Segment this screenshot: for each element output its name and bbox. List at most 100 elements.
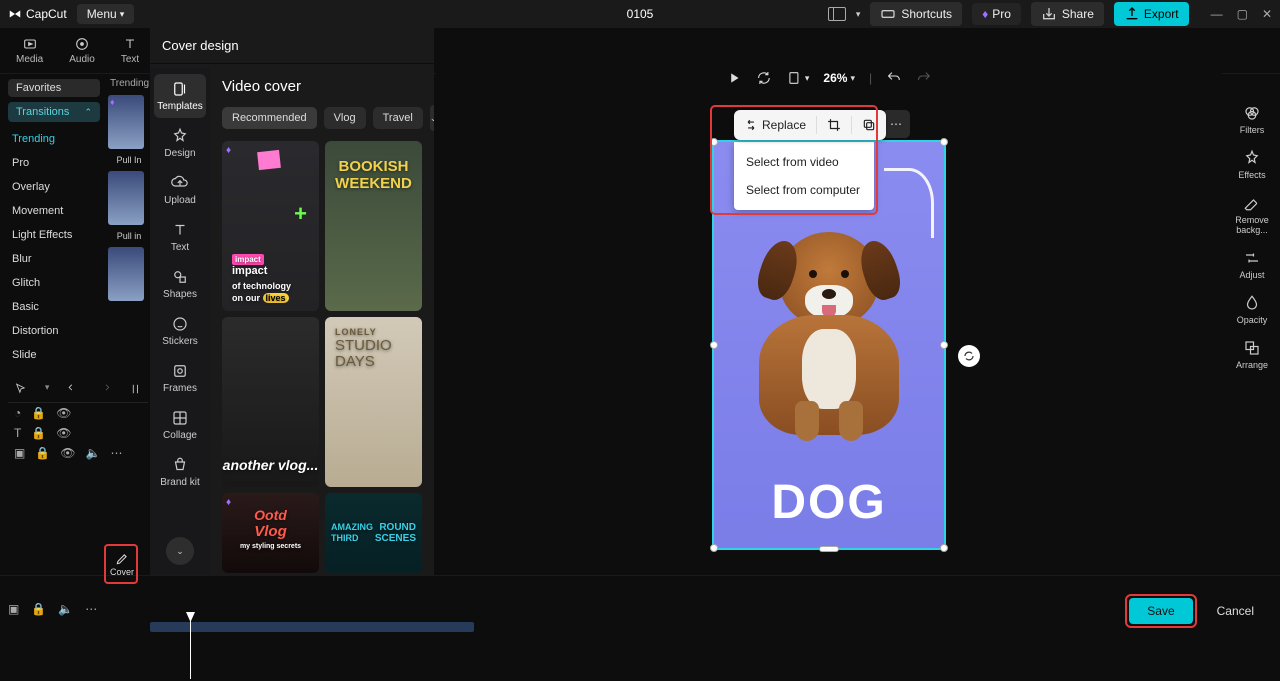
timeline-track[interactable] <box>150 622 474 632</box>
split-icon[interactable] <box>129 382 142 396</box>
menu-button[interactable]: Menu ▾ <box>77 4 135 24</box>
replace-button[interactable]: Replace <box>734 110 816 140</box>
resize-handle[interactable] <box>940 544 948 552</box>
vtab-brand-kit[interactable]: Brand kit <box>154 450 206 494</box>
sidebar-item-overlay[interactable]: Overlay <box>8 175 100 199</box>
eye-icon[interactable]: 👁 <box>60 446 75 460</box>
duplicate-button[interactable] <box>852 110 886 140</box>
lock-icon[interactable]: 🔒 <box>31 602 46 616</box>
resize-handle[interactable] <box>710 138 718 146</box>
text-track-icon[interactable]: T <box>14 426 21 440</box>
zoom-select[interactable]: 26%▾ <box>823 71 855 85</box>
eye-icon[interactable]: 👁 <box>56 406 71 420</box>
tool-adjust[interactable]: Adjust <box>1239 249 1264 280</box>
undo-icon[interactable] <box>67 382 80 396</box>
tool-opacity[interactable]: Opacity <box>1237 294 1268 325</box>
sidebar-item-slide[interactable]: Slide <box>8 343 100 367</box>
playhead[interactable] <box>190 616 191 679</box>
sidebar-item-light-effects[interactable]: Light Effects <box>8 223 100 247</box>
refresh-cover-button[interactable] <box>958 345 980 367</box>
tool-filters[interactable]: Filters <box>1240 104 1265 135</box>
resize-handle[interactable] <box>940 341 948 349</box>
play-icon[interactable] <box>726 70 742 86</box>
video-track-icon[interactable]: ▣ <box>8 602 19 616</box>
vtab-templates[interactable]: Templates <box>154 74 206 118</box>
template-item[interactable]: ♦ + impactimpact of technology on our li… <box>222 141 319 311</box>
template-item[interactable]: another vlog... <box>222 317 319 487</box>
vtab-design[interactable]: Design <box>154 121 206 165</box>
cat-more[interactable]: ⌄ <box>430 105 434 131</box>
vtab-shapes[interactable]: Shapes <box>154 262 206 306</box>
save-button[interactable]: Save <box>1129 598 1192 624</box>
vtab-upload[interactable]: Upload <box>154 168 206 212</box>
resize-handle[interactable] <box>819 546 839 552</box>
favorites-chip[interactable]: Favorites <box>8 79 100 97</box>
cat-travel[interactable]: Travel <box>373 107 423 129</box>
video-track-icon[interactable]: ▣ <box>14 446 25 460</box>
resize-handle[interactable] <box>710 544 718 552</box>
tool-effects[interactable]: Effects <box>1238 149 1265 180</box>
template-item[interactable]: LONELY STUDIO DAYS <box>325 317 422 487</box>
clock-icon[interactable]: ◔ <box>14 406 21 420</box>
sidebar-item-glitch[interactable]: Glitch <box>8 271 100 295</box>
transitions-chip[interactable]: Transitions ⌃ <box>8 102 100 122</box>
sidebar-item-basic[interactable]: Basic <box>8 295 100 319</box>
option-select-from-computer[interactable]: Select from computer <box>734 176 874 204</box>
cat-vlog[interactable]: Vlog <box>324 107 366 129</box>
cursor-icon[interactable] <box>14 382 27 396</box>
redo-icon[interactable] <box>916 70 932 86</box>
resize-handle[interactable] <box>940 138 948 146</box>
volume-icon[interactable]: 🔈 <box>86 446 101 460</box>
sidebar-item-pro[interactable]: Pro <box>8 151 100 175</box>
cancel-button[interactable]: Cancel <box>1209 598 1262 624</box>
template-item[interactable]: ♦ Ootd Vlog my styling secrets <box>222 493 319 573</box>
layout-icon[interactable] <box>828 7 846 21</box>
tool-arrange[interactable]: Arrange <box>1236 339 1268 370</box>
vtab-stickers[interactable]: Stickers <box>154 309 206 353</box>
close-icon[interactable]: ✕ <box>1262 7 1272 21</box>
sidebar-item-trending[interactable]: Trending <box>8 127 100 151</box>
export-button[interactable]: Export <box>1114 2 1189 26</box>
template-item[interactable]: AMAZING ROUND THIRD SCENES <box>325 493 422 573</box>
share-button[interactable]: Share <box>1031 2 1104 26</box>
template-item[interactable]: BOOKISH WEEKEND <box>325 141 422 311</box>
frames-icon <box>171 362 189 380</box>
more-icon[interactable]: ⋯ <box>85 602 97 616</box>
thumb-item[interactable] <box>108 171 144 225</box>
sidebar-item-distortion[interactable]: Distortion <box>8 319 100 343</box>
minimize-icon[interactable]: — <box>1211 7 1223 21</box>
thumb-item[interactable] <box>108 247 144 301</box>
cat-recommended[interactable]: Recommended <box>222 107 317 129</box>
cover-button[interactable]: Cover <box>108 548 136 580</box>
tab-text[interactable]: Text <box>111 34 149 67</box>
tab-media[interactable]: Media <box>6 34 53 67</box>
sidebar-item-movement[interactable]: Movement <box>8 199 100 223</box>
vtab-text[interactable]: Text <box>154 215 206 259</box>
tool-remove-bg[interactable]: Remove backg... <box>1224 194 1280 235</box>
ratio-select[interactable]: ▾ <box>786 70 810 86</box>
thumb-item[interactable]: ♦ <box>108 95 144 149</box>
chevron-down-icon[interactable]: ▾ <box>856 9 861 20</box>
tab-audio[interactable]: Audio <box>59 34 105 67</box>
shortcuts-button[interactable]: Shortcuts <box>870 2 962 26</box>
vtab-collage[interactable]: Collage <box>154 403 206 447</box>
pro-button[interactable]: ♦ Pro <box>972 3 1021 25</box>
more-icon[interactable]: ⋯ <box>110 446 122 460</box>
chevron-down-icon[interactable]: ▾ <box>45 382 50 396</box>
eye-icon[interactable]: 👁 <box>56 426 71 440</box>
crop-button[interactable] <box>817 110 851 140</box>
lock-icon[interactable]: 🔒 <box>35 446 50 460</box>
maximize-icon[interactable]: ▢ <box>1237 7 1248 21</box>
lock-icon[interactable]: 🔒 <box>31 406 46 420</box>
undo-icon[interactable] <box>886 70 902 86</box>
more-button[interactable]: ⋯ <box>882 110 910 138</box>
lock-icon[interactable]: 🔒 <box>31 426 46 440</box>
refresh-icon[interactable] <box>756 70 772 86</box>
redo-icon[interactable] <box>98 382 111 396</box>
option-select-from-video[interactable]: Select from video <box>734 148 874 176</box>
vtab-frames[interactable]: Frames <box>154 356 206 400</box>
volume-icon[interactable]: 🔈 <box>58 602 73 616</box>
resize-handle[interactable] <box>710 341 718 349</box>
vtab-collapse[interactable]: ⌄ <box>166 537 194 565</box>
sidebar-item-blur[interactable]: Blur <box>8 247 100 271</box>
